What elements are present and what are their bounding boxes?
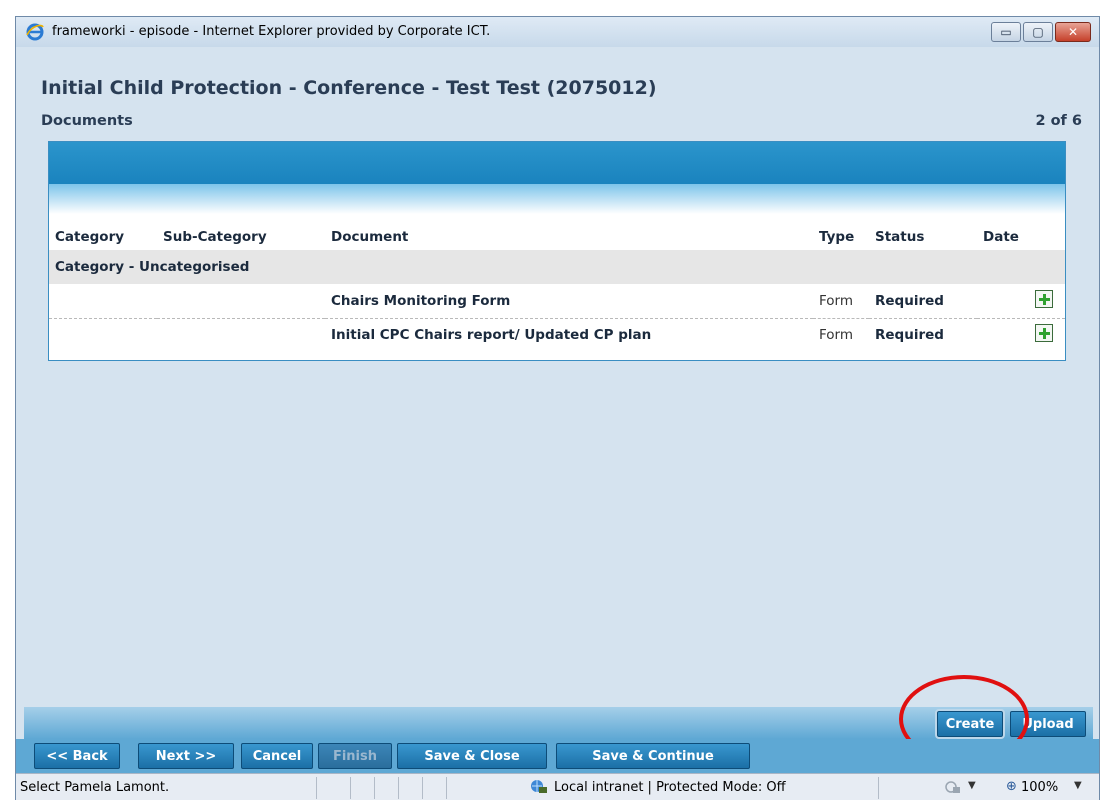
add-document-icon[interactable] <box>1035 289 1053 308</box>
status-divider <box>374 777 375 799</box>
save-continue-button[interactable]: Save & Continue <box>556 743 750 769</box>
column-header-date: Date <box>983 229 1019 245</box>
cell-type: Form <box>819 327 854 344</box>
local-intranet-icon <box>531 780 547 793</box>
cell-date <box>977 318 1065 352</box>
documents-table: Category Sub-Category Document Type Stat… <box>49 224 1065 352</box>
minimize-icon: ▭ <box>1000 25 1012 39</box>
category-group-row: Category - Uncategorised <box>49 250 1065 284</box>
cell-status: Required <box>869 284 977 319</box>
column-header-category: Category <box>55 229 125 245</box>
cell-sub-category <box>157 318 325 352</box>
cell-document[interactable]: Chairs Monitoring Form <box>325 284 813 319</box>
table-header-row: Category Sub-Category Document Type Stat… <box>49 224 1065 250</box>
close-icon: ✕ <box>1067 25 1079 39</box>
cancel-button[interactable]: Cancel <box>241 743 313 769</box>
status-divider <box>446 777 447 799</box>
back-button[interactable]: << Back <box>34 743 120 769</box>
minimize-button[interactable]: ▭ <box>991 22 1021 42</box>
category-group-label: Category - Uncategorised <box>49 250 1065 284</box>
status-divider <box>316 777 317 799</box>
cell-category <box>49 318 157 352</box>
security-settings-icon[interactable] <box>944 779 962 795</box>
cell-sub-category <box>157 284 325 319</box>
security-zone-text: Local intranet | Protected Mode: Off <box>554 780 786 795</box>
add-document-icon[interactable] <box>1035 324 1053 343</box>
internet-explorer-icon <box>26 23 44 41</box>
status-message: Select Pamela Lamont. <box>20 780 170 795</box>
column-header-type: Type <box>819 229 855 245</box>
page-title: Initial Child Protection - Conference - … <box>41 77 657 99</box>
cell-type: Form <box>813 284 869 319</box>
table-row[interactable]: Chairs Monitoring Form Form Required <box>49 284 1065 319</box>
status-bar: Select Pamela Lamont. Local intranet | P… <box>16 773 1099 800</box>
maximize-button[interactable]: ▢ <box>1023 22 1053 42</box>
browser-window: frameworki - episode - Internet Explorer… <box>15 16 1100 800</box>
wizard-toolbar: << Back Next >> Cancel Finish Save & Clo… <box>16 739 1099 773</box>
status-divider <box>878 777 879 799</box>
panel-header-fade <box>49 184 1065 214</box>
finish-button[interactable]: Finish <box>318 743 392 769</box>
chevron-down-icon[interactable]: ▼ <box>1074 780 1082 791</box>
create-button[interactable]: Create <box>935 709 1005 739</box>
zoom-icon[interactable]: ⊕ <box>1006 779 1017 794</box>
next-button[interactable]: Next >> <box>138 743 234 769</box>
status-divider <box>422 777 423 799</box>
save-close-button[interactable]: Save & Close <box>397 743 547 769</box>
close-window-button[interactable]: ✕ <box>1055 22 1091 42</box>
cell-date <box>977 284 1065 319</box>
status-divider <box>398 777 399 799</box>
column-header-sub-category: Sub-Category <box>163 229 267 245</box>
zoom-level[interactable]: 100% <box>1021 780 1058 795</box>
maximize-icon: ▢ <box>1032 25 1044 39</box>
chevron-down-icon[interactable]: ▼ <box>968 780 976 791</box>
table-row[interactable]: Initial CPC Chairs report/ Updated CP pl… <box>49 318 1065 352</box>
upload-button[interactable]: Upload <box>1010 711 1086 737</box>
cell-document[interactable]: Initial CPC Chairs report/ Updated CP pl… <box>325 318 813 352</box>
page-count: 2 of 6 <box>1035 113 1082 129</box>
page-content: Initial Child Protection - Conference - … <box>24 47 1093 763</box>
column-header-document: Document <box>331 229 409 245</box>
window-controls: ▭ ▢ ✕ <box>991 22 1091 42</box>
column-header-status: Status <box>875 229 925 245</box>
title-bar: frameworki - episode - Internet Explorer… <box>16 17 1099 47</box>
status-divider <box>350 777 351 799</box>
documents-panel: Category Sub-Category Document Type Stat… <box>48 141 1066 361</box>
cell-status: Required <box>875 327 944 344</box>
panel-header-band <box>49 142 1065 184</box>
window-title: frameworki - episode - Internet Explorer… <box>52 24 491 39</box>
cell-category <box>49 284 157 319</box>
action-band <box>24 707 1093 739</box>
section-title: Documents <box>41 113 133 129</box>
